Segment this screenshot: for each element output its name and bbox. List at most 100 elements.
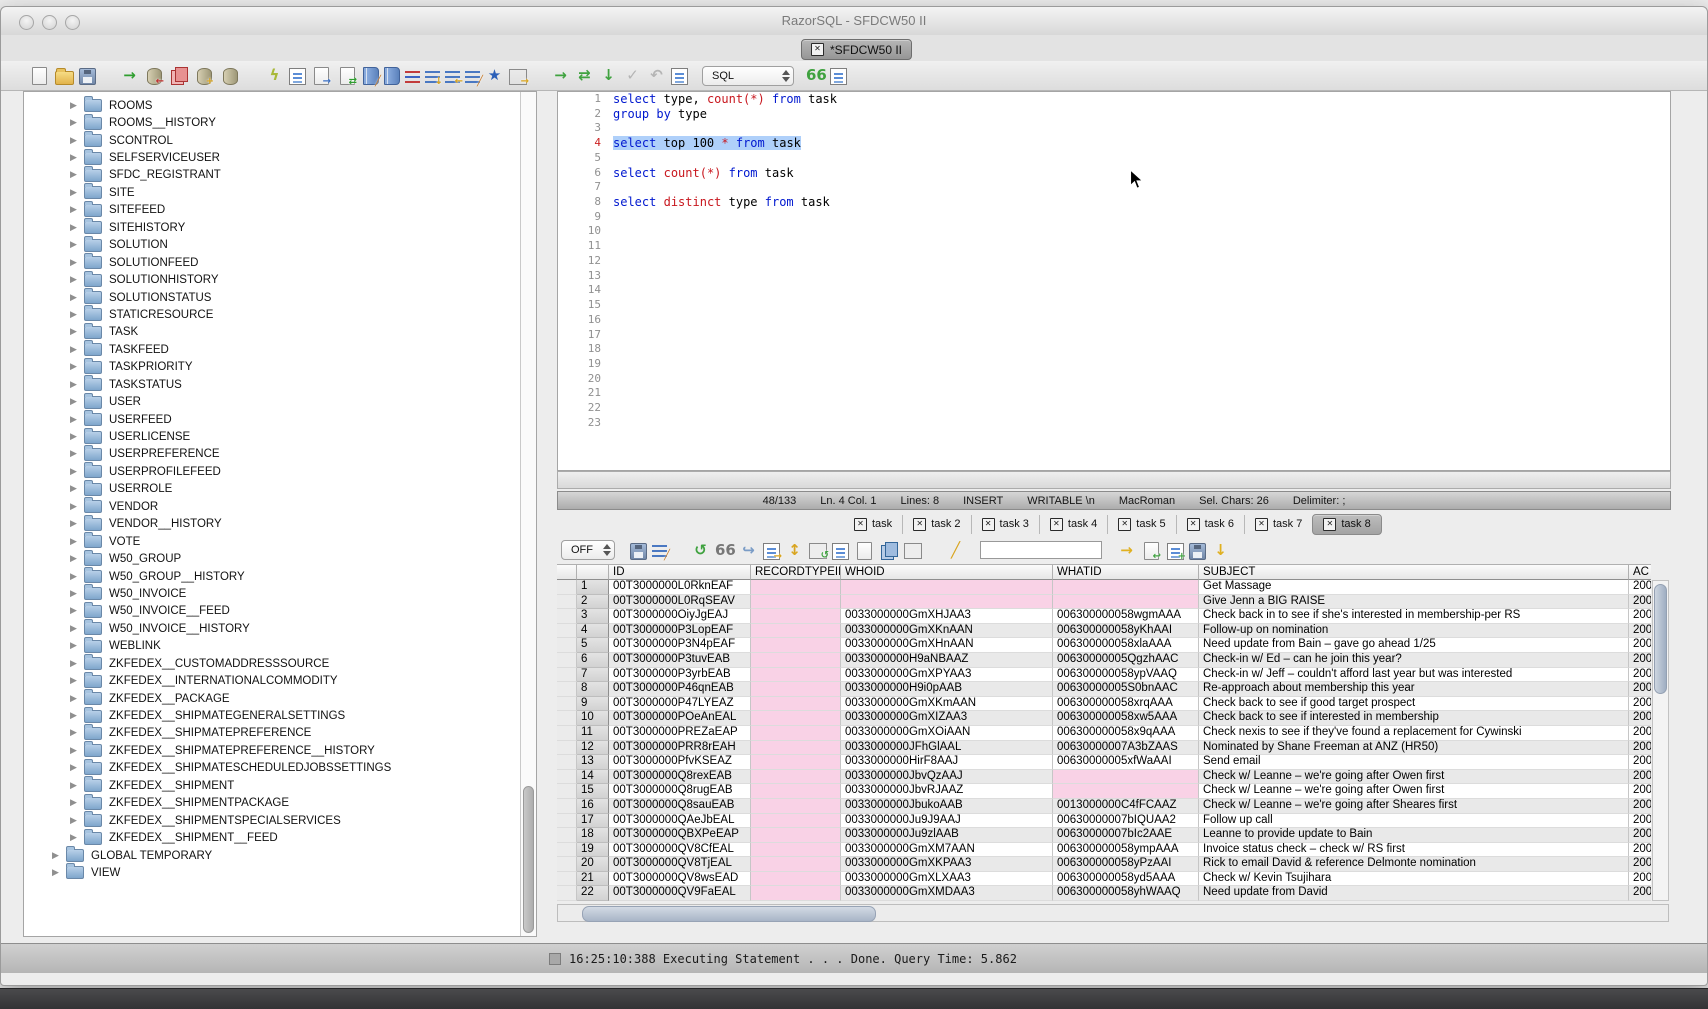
table-cell[interactable]: Check w/ Kevin Tsujihara [1199,872,1629,887]
tree-item-vote[interactable]: ▶VOTE [24,533,520,550]
disclosure-triangle-icon[interactable]: ▶ [70,763,84,773]
table-cell[interactable]: 0013000000C4fFCAAZ [1053,799,1199,814]
tree-item-taskstatus[interactable]: ▶TASKSTATUS [24,376,520,393]
table-cell[interactable]: 00T3000000P3LopEAF [609,624,751,639]
results-tab-task-2[interactable]: ✕task 2 [902,515,970,534]
column-header-whatid[interactable]: WHATID [1053,564,1199,580]
table-row[interactable]: 2000T3000000QV8TjEAL0033000000GmXKPAA300… [557,857,1651,872]
close-document-icon[interactable]: ✕ [811,43,824,56]
page-view-icon[interactable] [857,542,872,560]
table-cell[interactable]: Check nexis to see if they've found a re… [1199,726,1629,741]
row-number-cell[interactable]: 3 [577,609,609,624]
table-cell[interactable]: 0033000000H9aNBAAZ [841,653,1053,668]
editor-line-23[interactable]: 23 [558,416,1670,431]
table-cell[interactable] [751,755,841,770]
table-cell[interactable]: 200 [1629,595,1651,610]
table-cell[interactable]: 00T3000000L0RknEAF [609,580,751,595]
row-number-cell[interactable]: 5 [577,638,609,653]
tree-item-rooms-history[interactable]: ▶ROOMS__HISTORY [24,114,520,131]
copy-table-icon[interactable] [904,543,922,559]
table-cell[interactable]: Re-approach about membership this year [1199,682,1629,697]
table-row[interactable]: 1200T3000000PRR8rEAH0033000000JFhGlAAL00… [557,741,1651,756]
editor-line-12[interactable]: 12 [558,254,1670,269]
insert-row-icon[interactable]: → [763,543,780,560]
tree-item-sitehistory[interactable]: ▶SITEHISTORY [24,219,520,236]
export-results-icon[interactable]: ↩ [1144,542,1159,560]
tree-item-solutionfeed[interactable]: ▶SOLUTIONFEED [24,254,520,271]
table-cell[interactable]: 00T3000000Q8rugEAB [609,784,751,799]
tree-item-task[interactable]: ▶TASK [24,324,520,341]
format-sql-icon[interactable]: ← [445,71,460,84]
table-row[interactable]: 1900T3000000QV8CfEAL0033000000GmXM7AAN00… [557,843,1651,858]
column-header-ac[interactable]: AC [1629,564,1651,580]
table-row[interactable]: 1100T3000000PREZaEAP0033000000GmXOiAAN00… [557,726,1651,741]
table-cell[interactable]: 200 [1629,843,1651,858]
close-tab-icon[interactable]: ✕ [1323,518,1336,531]
disclosure-triangle-icon[interactable]: ▶ [70,293,84,303]
disclosure-triangle-icon[interactable]: ▶ [70,258,84,268]
table-cell[interactable]: 00T3000000Q8sauEAB [609,799,751,814]
row-number-cell[interactable]: 2 [577,595,609,610]
close-tab-icon[interactable]: ✕ [854,518,867,531]
table-cell[interactable]: 200 [1629,697,1651,712]
tree-item-taskpriority[interactable]: ▶TASKPRIORITY [24,359,520,376]
tree-item-w50-group-history[interactable]: ▶W50_GROUP__HISTORY [24,568,520,585]
table-row[interactable]: 1400T3000000Q8rexEAB0033000000JbvQzAAJCh… [557,770,1651,785]
table-cell[interactable]: Check back to see if interested in membe… [1199,711,1629,726]
tree-item-zkfedex-shipmentspecialservices[interactable]: ▶ZKFEDEX__SHIPMENTSPECIALSERVICES [24,812,520,829]
table-cell[interactable]: 00630000007bIQUAA2 [1053,814,1199,829]
table-cell[interactable]: 0033000000GmXKnAAN [841,624,1053,639]
table-row[interactable]: 300T3000000OiyJgEAJ0033000000GmXHJAA3006… [557,609,1651,624]
table-cell[interactable] [841,580,1053,595]
export-table-icon[interactable]: → [509,69,527,85]
table-cell[interactable] [751,697,841,712]
sort-results-icon[interactable]: ↓ [425,71,440,84]
disclosure-triangle-icon[interactable]: ▶ [70,833,84,843]
table-cell[interactable] [751,726,841,741]
disclosure-triangle-icon[interactable]: ▶ [70,101,84,111]
tree-item-solution[interactable]: ▶SOLUTION [24,237,520,254]
row-number-cell[interactable]: 1 [577,580,609,595]
open-file-icon[interactable] [55,71,74,85]
table-cell[interactable]: 006300000058wgmAAA [1053,609,1199,624]
table-cell[interactable]: 006300000058yd5AAA [1053,872,1199,887]
tree-item-global-temporary[interactable]: ▶GLOBAL TEMPORARY [24,847,520,864]
tree-item-user[interactable]: ▶USER [24,393,520,410]
row-number-cell[interactable]: 20 [577,857,609,872]
tree-item-userprofilefeed[interactable]: ▶USERPROFILEFEED [24,463,520,480]
table-cell[interactable]: Leanne to provide update to Bain [1199,828,1629,843]
tree-item-selfserviceuser[interactable]: ▶SELFSERVICEUSER [24,149,520,166]
row-number-cell[interactable]: 19 [577,843,609,858]
disclosure-triangle-icon[interactable]: ▶ [70,188,84,198]
disclosure-triangle-icon[interactable]: ▶ [70,589,84,599]
table-cell[interactable]: Follow up call [1199,814,1629,829]
editor-line-17[interactable]: 17 [558,328,1670,343]
tree-item-taskfeed[interactable]: ▶TASKFEED [24,341,520,358]
disclosure-triangle-icon[interactable]: ▶ [70,118,84,128]
table-cell[interactable]: 00T3000000P3tuvEAB [609,653,751,668]
row-number-cell[interactable]: 21 [577,872,609,887]
table-cell[interactable]: 00T3000000QV9FaEAL [609,886,751,901]
table-cell[interactable]: Nominated by Shane Freeman at ANZ (HR50) [1199,741,1629,756]
table-cell[interactable] [751,770,841,785]
disclosure-triangle-icon[interactable]: ▶ [70,781,84,791]
table-cell[interactable]: 200 [1629,828,1651,843]
table-cell[interactable]: 00T3000000P47LYEAZ [609,697,751,712]
tree-item-zkfedex-shipmentpackage[interactable]: ▶ZKFEDEX__SHIPMENTPACKAGE [24,795,520,812]
row-number-cell[interactable]: 12 [577,741,609,756]
table-cell[interactable]: 0033000000GmXHJAA3 [841,609,1053,624]
tree-item-zkfedex-shipment[interactable]: ▶ZKFEDEX__SHIPMENT [24,777,520,794]
row-number-cell[interactable]: 22 [577,886,609,901]
editor-line-20[interactable]: 20 [558,372,1670,387]
document-tab[interactable]: ✕ *SFDCW50 II [801,39,912,60]
disclosure-triangle-icon[interactable]: ▶ [70,240,84,250]
table-cell[interactable] [1053,784,1199,799]
table-cell[interactable] [751,886,841,901]
database-icon[interactable] [223,68,238,85]
table-cell[interactable] [751,682,841,697]
table-cell[interactable] [1053,770,1199,785]
paste-append-icon[interactable]: + [1167,543,1184,560]
table-cell[interactable]: 200 [1629,726,1651,741]
disclosure-triangle-icon[interactable]: ▶ [70,415,84,425]
copy-connection-icon[interactable] [171,70,184,85]
